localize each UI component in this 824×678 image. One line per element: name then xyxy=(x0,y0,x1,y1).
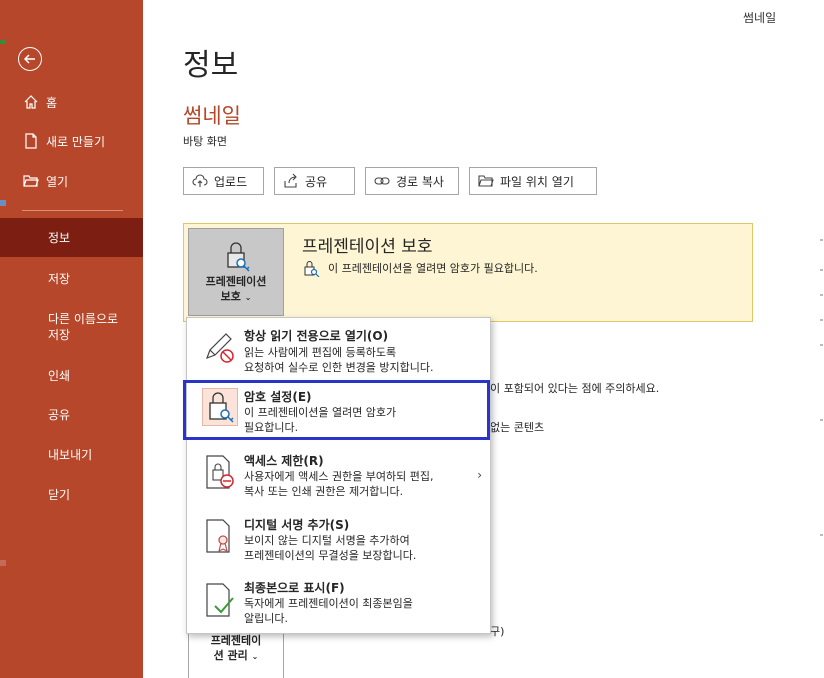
document-name-label: 썸네일 xyxy=(743,11,777,25)
upload-label: 업로드 xyxy=(214,174,248,189)
menu-item-desc: 사용자에게 액세스 권한을 부여하되 편집, 복사 또는 인쇄 권한은 제거합니… xyxy=(244,470,434,498)
sidebar-item-label: 홈 xyxy=(46,95,58,110)
page-title: 정보 xyxy=(183,48,239,83)
menu-item-title: 액세스 제한(R) xyxy=(244,454,324,468)
new-file-icon xyxy=(23,133,39,149)
sidebar-item-close[interactable]: 닫기 xyxy=(0,475,143,513)
menu-item-desc: 보이지 않는 디지털 서명을 추가하여 프레젠테이션의 무결성을 보장합니다. xyxy=(244,534,417,562)
sidebar-item-save-as[interactable]: 다른 이름으로 저장 xyxy=(0,305,143,349)
copy-path-label: 경로 복사 xyxy=(396,174,444,189)
right-edge-sliver xyxy=(820,239,823,536)
upload-icon xyxy=(192,173,208,189)
open-file-location-button[interactable]: 파일 위치 열기 xyxy=(469,167,597,195)
sidebar-item-print[interactable]: 인쇄 xyxy=(0,356,143,394)
sidebar-item-label: 내보내기 xyxy=(48,447,93,462)
share-label: 공유 xyxy=(305,174,328,189)
doc-title: 썸네일 xyxy=(183,104,241,128)
copy-path-button[interactable]: 경로 복사 xyxy=(365,167,459,195)
lock-key-icon xyxy=(227,242,250,272)
menu-item-always-read-only[interactable]: 항상 읽기 전용으로 열기(O) 읽는 사람에게 편집에 등록하도록 요청하여 … xyxy=(187,320,490,380)
chevron-down-icon: ⌄ xyxy=(251,652,259,661)
menu-item-desc: 독자에게 프레젠테이션이 최종본임을 알립니다. xyxy=(244,597,413,625)
menu-item-title: 최종본으로 표시(F) xyxy=(244,581,345,595)
pencil-no-icon xyxy=(205,333,234,363)
protect-presentation-menu: 항상 읽기 전용으로 열기(O) 읽는 사람에게 편집에 등록하도록 요청하여 … xyxy=(186,317,491,634)
back-arrow-icon xyxy=(23,54,35,64)
share-button[interactable]: 공유 xyxy=(274,167,355,195)
protect-desc-text: 이 프레젠테이션을 열려면 암호가 필요합니다. xyxy=(328,262,538,275)
sidebar-item-label: 닫기 xyxy=(48,487,71,502)
chevron-down-icon: ⌄ xyxy=(244,293,252,302)
sidebar: 홈 새로 만들기 열기 정보 저장 다른 이름으로 저장 인쇄 공유 내보내기 … xyxy=(0,0,143,678)
restrict-access-icon xyxy=(206,455,234,489)
inspect-note-text-2: 없는 콘텐츠 xyxy=(490,421,545,434)
menu-item-title: 항상 읽기 전용으로 열기(O) xyxy=(244,329,389,343)
inspect-note-text: 이 포함되어 있다는 점에 주의하세요. xyxy=(490,382,660,395)
link-icon xyxy=(374,173,390,189)
menu-item-restrict-access[interactable]: 액세스 제한(R) 사용자에게 액세스 권한을 부여하되 편집, 복사 또는 인… xyxy=(187,446,490,506)
share-icon xyxy=(283,173,299,189)
menu-item-title: 디지털 서명 추가(S) xyxy=(244,518,350,532)
sidebar-item-label: 정보 xyxy=(48,231,71,245)
open-folder-icon xyxy=(23,173,39,189)
signature-icon xyxy=(206,519,230,553)
lock-key-small-icon xyxy=(304,261,320,277)
protect-description: 이 프레젠테이션을 열려면 암호가 필요합니다. xyxy=(302,259,538,277)
manage-label-1: 프레젠테이 xyxy=(210,634,262,647)
sidebar-item-label: 공유 xyxy=(48,407,71,422)
protect-title: 프레젠테이션 보호 xyxy=(302,237,433,257)
sidebar-item-label: 다른 이름으로 저장 xyxy=(48,312,119,342)
menu-item-mark-as-final[interactable]: 최종본으로 표시(F) 독자에게 프레젠테이션이 최종본임을 알립니다. xyxy=(187,574,490,634)
sidebar-item-label: 저장 xyxy=(48,271,71,286)
manage-label-2: 션 관리 xyxy=(213,649,248,662)
sidebar-divider xyxy=(22,210,123,211)
sidebar-item-export[interactable]: 내보내기 xyxy=(0,435,143,473)
sidebar-item-save[interactable]: 저장 xyxy=(0,259,143,297)
menu-item-add-digital-signature[interactable]: 디지털 서명 추가(S) 보이지 않는 디지털 서명을 추가하여 프레젠테이션의… xyxy=(187,510,490,570)
sidebar-item-label: 인쇄 xyxy=(48,368,71,383)
sidebar-item-new[interactable]: 새로 만들기 xyxy=(0,122,143,160)
sidebar-item-info[interactable]: 정보 xyxy=(0,218,143,257)
upload-button[interactable]: 업로드 xyxy=(183,167,264,195)
sidebar-item-home[interactable]: 홈 xyxy=(0,83,143,121)
highlight-box xyxy=(183,380,490,440)
versions-note-text: 구) xyxy=(490,625,505,638)
open-file-location-label: 파일 위치 열기 xyxy=(500,174,574,189)
back-button[interactable] xyxy=(18,47,42,71)
doc-location: 바탕 화면 xyxy=(183,135,227,148)
folder-icon xyxy=(478,173,494,189)
sidebar-item-share[interactable]: 공유 xyxy=(0,395,143,433)
menu-item-desc: 읽는 사람에게 편집에 등록하도록 요청하여 실수로 인한 변경을 방지합니다. xyxy=(244,346,434,374)
sidebar-item-open[interactable]: 열기 xyxy=(0,162,143,200)
protect-button-label-2: 보호 xyxy=(220,290,241,303)
sidebar-item-label: 새로 만들기 xyxy=(46,134,106,149)
chevron-right-icon: › xyxy=(477,468,482,482)
protect-presentation-button[interactable]: 프레젠테이션 보호 ⌄ xyxy=(188,228,284,316)
mark-final-icon xyxy=(206,583,234,617)
sidebar-item-label: 열기 xyxy=(46,174,69,189)
home-icon xyxy=(23,94,39,110)
protect-button-label-1: 프레젠테이션 xyxy=(205,275,267,288)
